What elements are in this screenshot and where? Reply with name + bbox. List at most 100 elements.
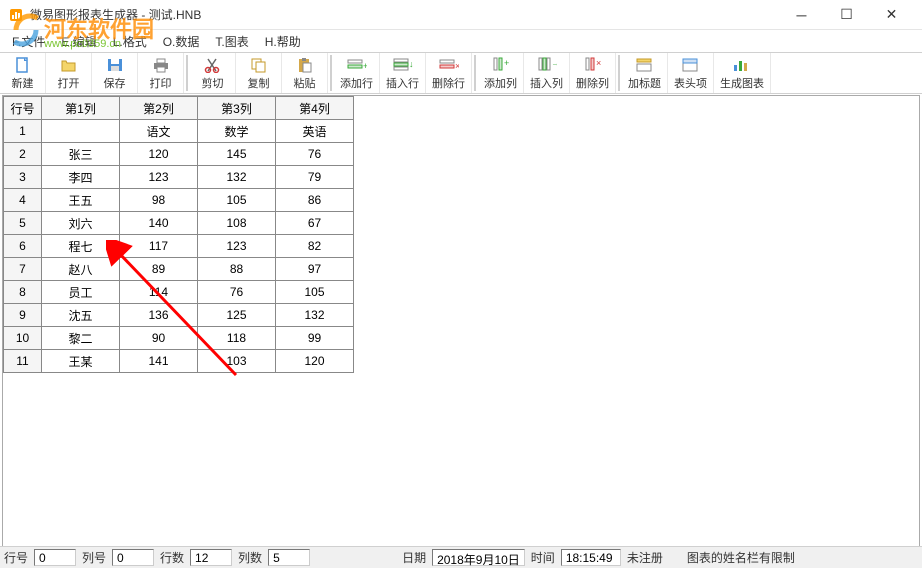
toolbar: 新建 打开 保存 打印 剪切 复制 粘贴 + 添加行 ↓ 插入行 × 删除行 +… [0, 52, 922, 94]
cell[interactable]: 98 [120, 189, 198, 212]
cell[interactable]: 数学 [198, 120, 276, 143]
print-icon [151, 56, 171, 74]
cell[interactable]: 刘六 [42, 212, 120, 235]
cell[interactable]: 李四 [42, 166, 120, 189]
open-button[interactable]: 打开 [46, 53, 92, 93]
row-number[interactable]: 9 [4, 304, 42, 327]
maximize-button[interactable]: ☐ [824, 1, 869, 29]
cell[interactable]: 123 [198, 235, 276, 258]
cut-button[interactable]: 剪切 [190, 53, 236, 93]
row-number[interactable]: 1 [4, 120, 42, 143]
print-button[interactable]: 打印 [138, 53, 184, 93]
add-col-button[interactable]: + 添加列 [478, 53, 524, 93]
cell[interactable]: 123 [120, 166, 198, 189]
cell[interactable]: 141 [120, 350, 198, 373]
row-number[interactable]: 8 [4, 281, 42, 304]
cell[interactable]: 86 [276, 189, 354, 212]
add-title-icon [635, 56, 655, 74]
insert-row-button[interactable]: ↓ 插入行 [380, 53, 426, 93]
cell[interactable] [42, 120, 120, 143]
row-number[interactable]: 6 [4, 235, 42, 258]
cell[interactable]: 张三 [42, 143, 120, 166]
cell[interactable]: 140 [120, 212, 198, 235]
svg-text:×: × [455, 61, 459, 71]
copy-button[interactable]: 复制 [236, 53, 282, 93]
cell[interactable]: 97 [276, 258, 354, 281]
insert-col-button[interactable]: → 插入列 [524, 53, 570, 93]
svg-text:×: × [596, 58, 601, 68]
insert-col-icon: → [537, 56, 557, 74]
cell[interactable]: 76 [276, 143, 354, 166]
cell[interactable]: 125 [198, 304, 276, 327]
cell[interactable]: 89 [120, 258, 198, 281]
row-number[interactable]: 4 [4, 189, 42, 212]
cell[interactable]: 语文 [120, 120, 198, 143]
close-button[interactable]: ✕ [869, 1, 914, 29]
column-header[interactable]: 第2列 [120, 97, 198, 120]
cell[interactable]: 120 [120, 143, 198, 166]
cell[interactable]: 136 [120, 304, 198, 327]
row-number[interactable]: 2 [4, 143, 42, 166]
cell[interactable]: 118 [198, 327, 276, 350]
cell[interactable]: 145 [198, 143, 276, 166]
content-area[interactable]: 行号第1列第2列第3列第4列1语文数学英语2张三120145763李四12313… [2, 95, 920, 547]
cell[interactable]: 英语 [276, 120, 354, 143]
column-header[interactable]: 第1列 [42, 97, 120, 120]
delete-row-button[interactable]: × 删除行 [426, 53, 472, 93]
cell[interactable]: 132 [198, 166, 276, 189]
row-number[interactable]: 3 [4, 166, 42, 189]
cell[interactable]: 员工 [42, 281, 120, 304]
add-title-button[interactable]: 加标题 [622, 53, 668, 93]
add-col-label: 添加列 [484, 75, 517, 91]
cell[interactable]: 79 [276, 166, 354, 189]
cell[interactable]: 90 [120, 327, 198, 350]
row-number[interactable]: 10 [4, 327, 42, 350]
cell[interactable]: 82 [276, 235, 354, 258]
menu-data[interactable]: O.数据 [155, 31, 208, 52]
cell[interactable]: 程七 [42, 235, 120, 258]
cell[interactable]: 99 [276, 327, 354, 350]
status-col-value: 0 [112, 549, 154, 566]
row-number[interactable]: 5 [4, 212, 42, 235]
cell[interactable]: 王某 [42, 350, 120, 373]
menu-edit[interactable]: E.编辑 [53, 31, 104, 52]
rownum-header[interactable]: 行号 [4, 97, 42, 120]
cell[interactable]: 88 [198, 258, 276, 281]
delete-col-button[interactable]: × 删除列 [570, 53, 616, 93]
cell[interactable]: 105 [198, 189, 276, 212]
cell[interactable]: 114 [120, 281, 198, 304]
header-icon [681, 56, 701, 74]
cell[interactable]: 120 [276, 350, 354, 373]
cell[interactable]: 黎二 [42, 327, 120, 350]
paste-button[interactable]: 粘贴 [282, 53, 328, 93]
menu-help[interactable]: H.帮助 [257, 31, 309, 52]
header-label: 表头项 [674, 75, 707, 91]
row-number[interactable]: 11 [4, 350, 42, 373]
table-row: 6程七11712382 [4, 235, 354, 258]
menu-format[interactable]: L.格式 [105, 31, 155, 52]
row-number[interactable]: 7 [4, 258, 42, 281]
gen-chart-button[interactable]: 生成图表 [714, 53, 771, 93]
column-header[interactable]: 第4列 [276, 97, 354, 120]
menu-file[interactable]: F.文件 [4, 31, 53, 52]
menu-chart[interactable]: T.图表 [207, 31, 256, 52]
header-button[interactable]: 表头项 [668, 53, 714, 93]
cell[interactable]: 76 [198, 281, 276, 304]
cell[interactable]: 赵八 [42, 258, 120, 281]
cell[interactable]: 沈五 [42, 304, 120, 327]
cell[interactable]: 108 [198, 212, 276, 235]
cell[interactable]: 67 [276, 212, 354, 235]
save-button[interactable]: 保存 [92, 53, 138, 93]
cell[interactable]: 103 [198, 350, 276, 373]
table-row: 9沈五136125132 [4, 304, 354, 327]
status-cols-value: 5 [268, 549, 310, 566]
cell[interactable]: 117 [120, 235, 198, 258]
cell[interactable]: 王五 [42, 189, 120, 212]
new-button[interactable]: 新建 [0, 53, 46, 93]
cell[interactable]: 132 [276, 304, 354, 327]
column-header[interactable]: 第3列 [198, 97, 276, 120]
add-row-button[interactable]: + 添加行 [334, 53, 380, 93]
minimize-button[interactable]: ─ [779, 1, 824, 29]
data-grid[interactable]: 行号第1列第2列第3列第4列1语文数学英语2张三120145763李四12313… [3, 96, 354, 373]
cell[interactable]: 105 [276, 281, 354, 304]
